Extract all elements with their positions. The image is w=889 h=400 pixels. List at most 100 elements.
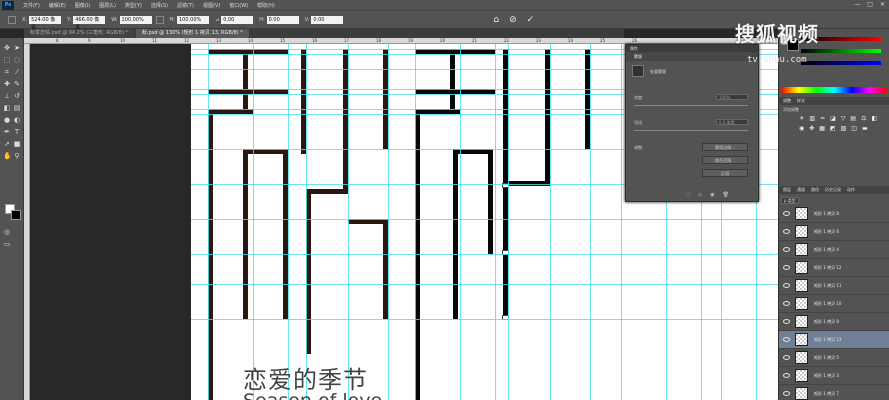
path-select-icon[interactable]: ➚ [3, 140, 11, 148]
warp-icon[interactable]: ⌂ [493, 15, 499, 25]
eye-icon[interactable] [783, 283, 790, 288]
close-icon[interactable]: ✕ [880, 1, 885, 8]
menu-view[interactable]: 视图(V) [203, 2, 220, 9]
menu-image[interactable]: 图像(I) [75, 2, 90, 9]
cancel-icon[interactable]: ⊘ [509, 15, 517, 25]
layer-row[interactable]: 矩形 1 拷贝 6 [779, 223, 889, 241]
reference-point-icon[interactable] [8, 15, 16, 24]
vibrance-icon[interactable]: ▽ [841, 115, 846, 122]
stamp-tool-icon[interactable]: ⊥ [3, 92, 11, 100]
brightness-icon[interactable]: ☀ [799, 115, 804, 122]
poster-title-english[interactable]: Season of love [243, 390, 382, 400]
tab-history[interactable]: 历史记录 [825, 187, 841, 193]
eraser-tool-icon[interactable]: ◧ [3, 104, 11, 112]
dodge-tool-icon[interactable]: ◐ [13, 116, 21, 124]
guide-line[interactable] [288, 44, 289, 400]
commit-icon[interactable]: ✓ [527, 15, 535, 25]
posterize-icon[interactable]: ▧ [841, 125, 847, 132]
bw-icon[interactable]: ◧ [871, 115, 877, 122]
link-icon[interactable] [155, 15, 164, 24]
menu-layer[interactable]: 图层(L) [99, 2, 116, 9]
eye-icon[interactable] [783, 373, 790, 378]
color-range-button[interactable]: 颜色范围... [702, 156, 748, 164]
crop-tool-icon[interactable]: ⌗ [3, 68, 11, 76]
vskew-field[interactable]: 0.00 [311, 15, 344, 24]
lasso-tool-icon[interactable]: ◌ [13, 56, 21, 64]
glyph-stroke[interactable] [243, 49, 248, 109]
menu-edit[interactable]: 编辑(E) [49, 2, 66, 9]
layer-row[interactable]: 矩形 1 拷贝 12 [779, 259, 889, 277]
menu-filter[interactable]: 滤镜(T) [177, 2, 194, 9]
lookup-icon[interactable]: ▦ [819, 125, 825, 132]
hand-tool-icon[interactable]: ✋ [3, 152, 12, 160]
guide-line[interactable] [388, 44, 389, 400]
eye-icon[interactable] [783, 391, 790, 396]
hue-icon[interactable]: ▤ [850, 115, 856, 122]
guide-line[interactable] [191, 284, 778, 285]
menu-type[interactable]: 类型(Y) [125, 2, 142, 9]
layer-row[interactable]: 矩形 1 拷贝 11 [779, 277, 889, 295]
feather-field[interactable]: 0.0 像素 [716, 119, 748, 125]
guide-line[interactable] [550, 44, 551, 400]
layer-row[interactable]: 矩形 1 拷贝 10 [779, 295, 889, 313]
delete-icon[interactable]: 🗑 [723, 192, 729, 198]
gradient-map-icon[interactable]: ▬ [862, 125, 868, 132]
eye-icon[interactable] [783, 211, 790, 216]
photo-filter-icon[interactable]: ◉ [799, 125, 804, 132]
mixer-icon[interactable]: ✤ [809, 125, 814, 132]
height-field[interactable]: 100.00% [177, 15, 209, 24]
guide-line[interactable] [460, 44, 461, 400]
eye-icon[interactable] [783, 265, 790, 270]
eye-icon[interactable] [783, 337, 790, 342]
eyedropper-tool-icon[interactable]: ⁄ [13, 68, 21, 76]
menu-help[interactable]: 帮助(H) [257, 2, 275, 9]
balance-icon[interactable]: ⚖ [861, 115, 866, 122]
threshold-icon[interactable]: ◫ [851, 125, 857, 132]
guide-line[interactable] [306, 44, 307, 400]
history-brush-icon[interactable]: ↺ [13, 92, 21, 100]
y-field[interactable]: 466.00 像素 [73, 15, 106, 31]
screen-mode-icon[interactable]: ▭ [3, 240, 11, 248]
levels-icon[interactable]: ▥ [809, 115, 815, 122]
glyph-stroke[interactable] [488, 149, 493, 254]
guide-line[interactable] [621, 44, 622, 400]
tab-channels[interactable]: 通道 [797, 187, 805, 193]
eye-icon[interactable] [783, 319, 790, 324]
background-color-swatch[interactable] [11, 210, 21, 220]
curves-icon[interactable]: ≈ [820, 115, 825, 122]
blur-tool-icon[interactable]: ● [3, 116, 11, 124]
layer-row[interactable]: 矩形 1 拷贝 3 [779, 367, 889, 385]
minimize-icon[interactable]: — [854, 1, 860, 8]
zoom-tool-icon[interactable]: ⚲ [13, 152, 21, 160]
guide-line[interactable] [253, 44, 254, 400]
mask-edge-button[interactable]: 蒙版边缘... [702, 143, 748, 151]
tab-qiu[interactable]: 秋.psd @ 130% (矩形 1 拷贝 13, RGB/8) * [136, 29, 249, 38]
tab-paths[interactable]: 路径 [811, 187, 819, 193]
tab-adjustments[interactable]: 调整 [783, 98, 791, 104]
layer-kind-filter[interactable]: ρ 类型 [781, 196, 799, 204]
menu-file[interactable]: 文件(F) [23, 2, 40, 9]
gradient-tool-icon[interactable]: ▤ [13, 104, 21, 112]
feather-slider[interactable] [634, 130, 748, 131]
maximize-icon[interactable]: □ [867, 1, 873, 8]
menu-select[interactable]: 选择(S) [151, 2, 168, 9]
guide-line[interactable] [415, 44, 416, 400]
tab-actions[interactable]: 动作 [847, 187, 855, 193]
apply-mask-icon[interactable]: ◇ [698, 192, 702, 198]
menu-window[interactable]: 窗口(W) [229, 2, 248, 9]
guide-line[interactable] [508, 44, 509, 400]
marquee-tool-icon[interactable]: ⬚ [3, 56, 11, 64]
glyph-stroke[interactable] [243, 149, 248, 319]
layer-row[interactable]: 矩形 1 拷贝 8 [779, 205, 889, 223]
layer-row[interactable]: 矩形 1 拷贝 5 [779, 349, 889, 367]
exposure-icon[interactable]: ◪ [830, 115, 836, 122]
guide-line[interactable] [348, 44, 349, 400]
pen-tool-icon[interactable]: ✒ [3, 128, 11, 136]
guide-line[interactable] [191, 319, 778, 320]
tab-autumn-love[interactable]: 秋季恋情.psd @ 94.2% (三角形, RGB/8) * [24, 29, 135, 38]
invert-adj-icon[interactable]: ◩ [830, 125, 836, 132]
guide-line[interactable] [191, 219, 778, 220]
invert-button[interactable]: 反相 [702, 169, 748, 177]
layer-row-selected[interactable]: 矩形 1 拷贝 13 [779, 331, 889, 349]
healing-tool-icon[interactable]: ✚ [3, 80, 11, 88]
